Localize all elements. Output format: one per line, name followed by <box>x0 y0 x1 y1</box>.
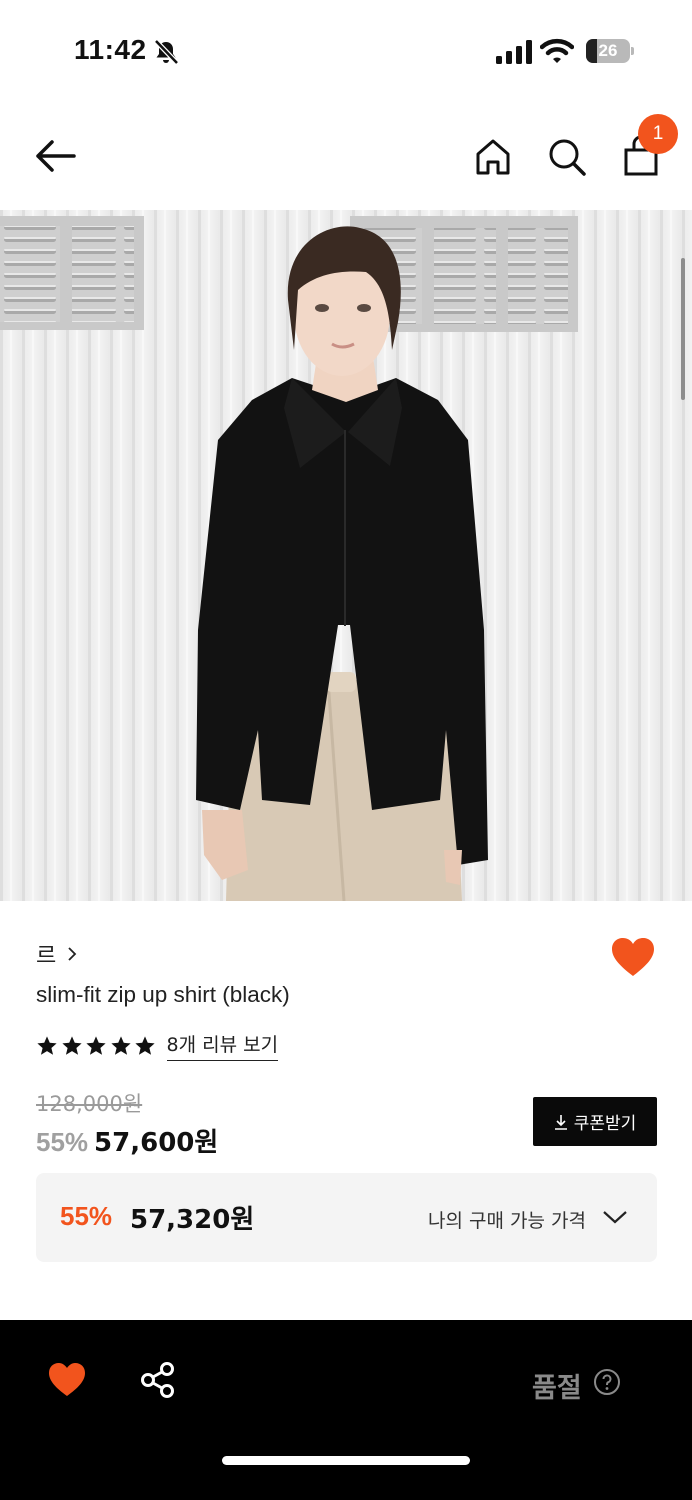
price-row: 55% 57,600원 <box>36 1122 218 1159</box>
search-icon[interactable] <box>544 134 590 180</box>
product-photo[interactable] <box>0 210 692 901</box>
question-circle-icon[interactable] <box>593 1368 621 1396</box>
star-icon <box>61 1035 82 1055</box>
battery-level-text: 26 <box>598 41 618 60</box>
scroll-indicator[interactable] <box>681 258 685 400</box>
rating-row: 8개 리뷰 보기 <box>36 1030 279 1061</box>
bell-slash-icon <box>154 39 179 65</box>
home-indicator[interactable] <box>222 1456 470 1465</box>
star-icon <box>110 1035 131 1055</box>
my-price-dropdown[interactable]: 55% 57,320원 나의 구매 가능 가격 <box>36 1173 657 1262</box>
discount-rate: 55% <box>36 1127 89 1157</box>
download-icon <box>554 1114 567 1130</box>
share-icon[interactable] <box>138 1360 178 1400</box>
coupon-label: 쿠폰받기 <box>573 1114 637 1134</box>
heart-icon[interactable] <box>48 1362 86 1398</box>
star-rating <box>36 1035 159 1057</box>
chevron-right-icon <box>68 947 77 961</box>
star-icon <box>37 1035 57 1055</box>
my-discount-rate: 55% <box>60 1201 113 1231</box>
wifi-icon <box>540 38 574 63</box>
cart-count-badge: 1 <box>638 114 678 154</box>
status-bar: 11:42 26 <box>0 0 692 100</box>
my-price-label: 나의 구매 가능 가격 <box>428 1210 586 1232</box>
original-price: 128,000원 <box>36 1092 143 1116</box>
cellular-signal-icon <box>496 40 532 64</box>
product-photo-illustration <box>0 210 692 901</box>
chevron-down-icon <box>603 1211 627 1224</box>
arrow-left-icon[interactable] <box>30 134 82 178</box>
star-icon <box>135 1035 155 1055</box>
star-icon <box>86 1035 106 1055</box>
heart-icon[interactable] <box>610 936 656 978</box>
bottom-action-bar: 품절 <box>0 1320 692 1500</box>
top-nav-bar <box>0 100 692 210</box>
review-link[interactable]: 8개 리뷰 보기 <box>166 1030 279 1061</box>
my-price-value: 57,320원 <box>130 1205 255 1235</box>
home-icon[interactable] <box>470 134 516 180</box>
brand-name: 르 <box>36 944 57 969</box>
brand-link[interactable]: 르 <box>36 938 78 970</box>
battery-icon: 26 <box>586 39 634 63</box>
sale-price: 57,600원 <box>94 1128 219 1158</box>
product-title: slim-fit zip up shirt (black) <box>36 982 290 1007</box>
status-time: 11:42 <box>74 34 147 65</box>
soldout-status: 품절 <box>532 1373 582 1404</box>
coupon-download-button[interactable]: 쿠폰받기 <box>533 1097 657 1146</box>
